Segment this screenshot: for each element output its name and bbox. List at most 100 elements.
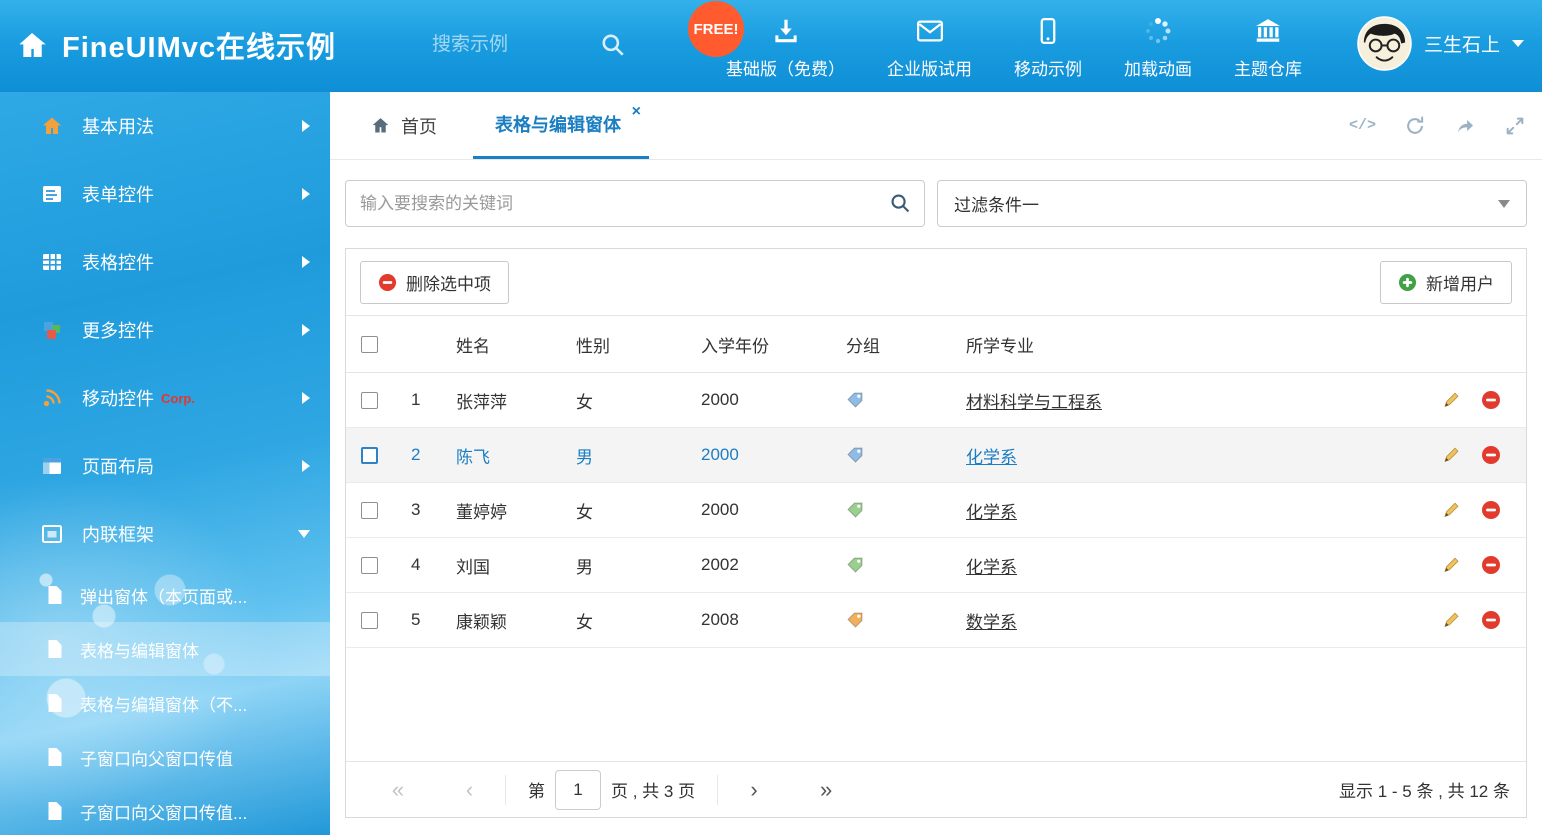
row-name: 张萍萍 (456, 388, 576, 413)
first-page-button[interactable]: « (362, 779, 434, 801)
chevron-down-icon (298, 530, 310, 538)
sidebar-subitem-grid-edit-window[interactable]: 表格与编辑窗体 (0, 622, 330, 676)
sidebar-subitem-child-to-parent-2[interactable]: 子窗口向父窗口传值... (0, 784, 330, 835)
add-user-button[interactable]: 新增用户 (1380, 261, 1512, 304)
delete-icon[interactable] (1481, 500, 1501, 520)
row-name: 陈飞 (456, 443, 576, 468)
table-row[interactable]: 3 董婷婷 女 2000 化学系 (346, 483, 1526, 538)
sidebar-item-page-layout[interactable]: 页面布局 (0, 432, 330, 500)
header-nav: 基础版（免费） 企业版试用 移动示例 (726, 16, 1302, 80)
nav-item-loading-animation[interactable]: 加载动画 (1124, 16, 1192, 80)
sidebar-item-grid-controls[interactable]: 表格控件 (0, 228, 330, 296)
sidebar-item-basic-usage[interactable]: 基本用法 (0, 92, 330, 160)
column-group: 分组 (846, 332, 966, 357)
pagination-bar: « ‹ 第 页 , 共 3 页 › » 显示 1 - 5 条 , 共 12 条 (346, 761, 1526, 817)
form-icon (38, 182, 66, 206)
row-gender: 女 (576, 498, 701, 523)
sidebar-item-label: 表格控件 (82, 249, 154, 275)
home-icon[interactable] (16, 29, 48, 61)
nav-label: 加载动画 (1124, 55, 1192, 80)
sidebar-subitem-label: 子窗口向父窗口传值 (80, 745, 233, 770)
sidebar-item-form-controls[interactable]: 表单控件 (0, 160, 330, 228)
table-row[interactable]: 5 康颖颖 女 2008 数学系 (346, 593, 1526, 648)
share-icon[interactable] (1454, 115, 1476, 137)
next-page-button[interactable]: › (718, 779, 790, 801)
row-gender: 男 (576, 553, 701, 578)
nav-item-mobile-demo[interactable]: 移动示例 (1014, 16, 1082, 80)
header-search (432, 28, 626, 62)
tag-icon (846, 611, 864, 629)
filter-dropdown[interactable]: 过滤条件一 (937, 180, 1527, 227)
sidebar-subitem-label: 弹出窗体（本页面或... (80, 583, 247, 608)
chevron-right-icon (302, 188, 310, 200)
tab-grid-edit-window[interactable]: 表格与编辑窗体 × (473, 92, 649, 159)
sidebar-item-more-controls[interactable]: 更多控件 (0, 296, 330, 364)
row-checkbox[interactable] (361, 502, 378, 519)
row-checkbox[interactable] (361, 447, 378, 464)
row-checkbox[interactable] (361, 612, 378, 629)
prev-page-button[interactable]: ‹ (434, 775, 506, 805)
mobile-icon (1033, 16, 1063, 46)
nav-item-enterprise-trial[interactable]: 企业版试用 (887, 16, 972, 80)
tab-home[interactable]: 首页 (360, 92, 447, 159)
delete-icon[interactable] (1481, 610, 1501, 630)
corp-badge: Corp. (161, 391, 195, 406)
search-icon[interactable] (600, 32, 626, 58)
user-menu[interactable]: 三生石上 (1357, 16, 1524, 71)
chevron-right-icon (302, 324, 310, 336)
row-index: 1 (411, 390, 456, 410)
major-link[interactable]: 数学系 (966, 613, 1017, 632)
envelope-icon (915, 16, 945, 46)
major-link[interactable]: 化学系 (966, 558, 1017, 577)
tab-bar: 首页 表格与编辑窗体 × </> (330, 92, 1542, 160)
grid-toolbar: 删除选中项 新增用户 (346, 249, 1526, 316)
row-year: 2000 (701, 390, 846, 410)
header-search-input[interactable] (432, 28, 582, 62)
row-index: 5 (411, 610, 456, 630)
nav-label: 主题仓库 (1234, 55, 1302, 80)
sidebar-item-iframe[interactable]: 内联框架 (0, 500, 330, 568)
search-icon[interactable] (889, 192, 912, 220)
major-link[interactable]: 化学系 (966, 503, 1017, 522)
row-gender: 男 (576, 443, 701, 468)
spinner-icon (1143, 16, 1173, 46)
edit-icon[interactable] (1441, 500, 1461, 520)
code-icon[interactable]: </> (1349, 117, 1376, 134)
major-link[interactable]: 化学系 (966, 448, 1017, 467)
edit-icon[interactable] (1441, 445, 1461, 465)
sidebar-item-mobile-controls[interactable]: 移动控件 Corp. (0, 364, 330, 432)
logo[interactable]: FineUIMvc在线示例 (16, 24, 336, 66)
sidebar-subitem-grid-edit-window-2[interactable]: 表格与编辑窗体（不... (0, 676, 330, 730)
edit-icon[interactable] (1441, 610, 1461, 630)
row-name: 康颖颖 (456, 608, 576, 633)
sidebar-item-label: 页面布局 (82, 453, 154, 479)
edit-icon[interactable] (1441, 555, 1461, 575)
table-row[interactable]: 4 刘国 男 2002 化学系 (346, 538, 1526, 593)
delete-icon[interactable] (1481, 445, 1501, 465)
cubes-icon (38, 318, 66, 342)
last-page-button[interactable]: » (790, 779, 862, 801)
avatar[interactable] (1357, 16, 1412, 71)
fullscreen-icon[interactable] (1504, 115, 1526, 137)
delete-icon[interactable] (1481, 555, 1501, 575)
sidebar-subitem-child-to-parent[interactable]: 子窗口向父窗口传值 (0, 730, 330, 784)
major-link[interactable]: 材料科学与工程系 (966, 393, 1102, 412)
filter-row: 过滤条件一 (345, 180, 1527, 227)
table-row[interactable]: 1 张萍萍 女 2000 材料科学与工程系 (346, 373, 1526, 428)
delete-selected-button[interactable]: 删除选中项 (360, 261, 509, 304)
row-checkbox[interactable] (361, 557, 378, 574)
signal-icon (38, 386, 66, 410)
sidebar-subitem-popup-window[interactable]: 弹出窗体（本页面或... (0, 568, 330, 622)
delete-icon[interactable] (1481, 390, 1501, 410)
page-input[interactable] (555, 770, 601, 810)
page-group: 第 页 , 共 3 页 (506, 775, 718, 805)
row-checkbox[interactable] (361, 392, 378, 409)
refresh-icon[interactable] (1404, 115, 1426, 137)
nav-item-theme-store[interactable]: 主题仓库 (1234, 16, 1302, 80)
select-all-checkbox[interactable] (361, 336, 378, 353)
grid-search-input[interactable] (345, 180, 925, 227)
table-row[interactable]: 2 陈飞 男 2000 化学系 (346, 428, 1526, 483)
close-icon[interactable]: × (632, 104, 641, 120)
row-gender: 女 (576, 608, 701, 633)
edit-icon[interactable] (1441, 390, 1461, 410)
